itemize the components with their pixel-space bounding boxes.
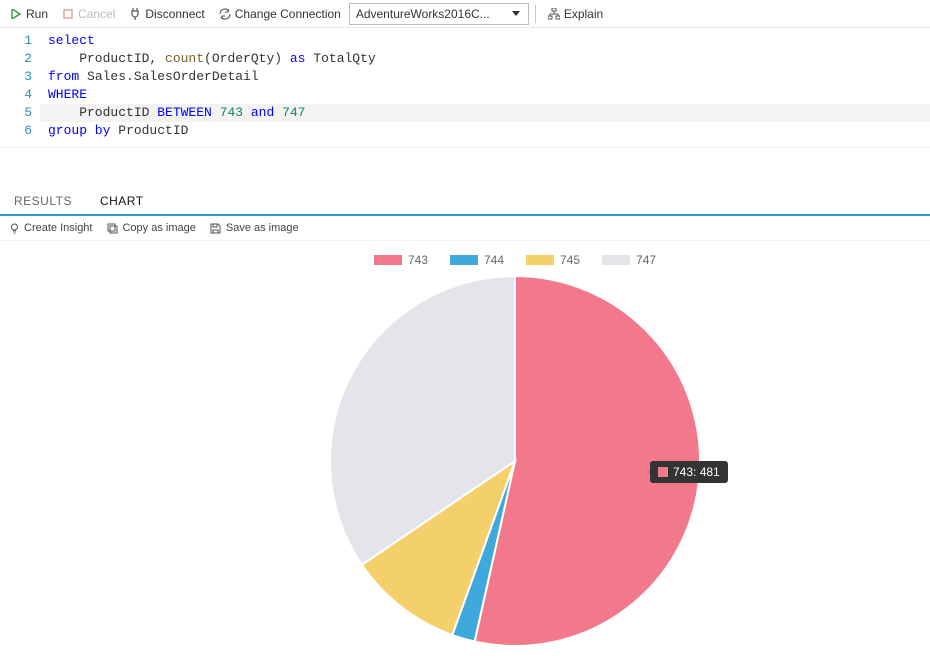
run-label: Run xyxy=(26,7,48,21)
legend: 743 744 745 747 xyxy=(0,241,930,271)
create-insight-button[interactable]: Create Insight xyxy=(8,222,92,234)
separator xyxy=(535,5,536,23)
code-line: group by ProductID xyxy=(40,122,930,140)
code-line: from Sales.SalesOrderDetail xyxy=(40,68,930,86)
legend-item[interactable]: 743 xyxy=(374,253,428,267)
chevron-down-icon xyxy=(510,8,522,20)
line-number: 6 xyxy=(0,122,32,140)
cancel-label: Cancel xyxy=(78,7,115,21)
swatch-blue xyxy=(450,255,478,265)
swatch-pink xyxy=(374,255,402,265)
code-line: ProductID BETWEEN 743 and 747 xyxy=(40,104,930,122)
code-line: ProductID, count(OrderQty) as TotalQty xyxy=(40,50,930,68)
chart-area: 743 744 745 747 743: 481 xyxy=(0,241,930,661)
tooltip-text: 743: 481 xyxy=(673,465,720,479)
copy-image-button[interactable]: Copy as image xyxy=(106,222,195,234)
plug-icon xyxy=(129,8,141,20)
tab-chart[interactable]: CHART xyxy=(86,188,158,214)
explain-label: Explain xyxy=(564,7,603,21)
line-number: 4 xyxy=(0,86,32,104)
result-tabs: RESULTS CHART xyxy=(0,188,930,216)
line-gutter: 1 2 3 4 5 6 xyxy=(0,28,40,147)
swatch-grey xyxy=(602,255,630,265)
change-connection-label: Change Connection xyxy=(235,7,341,21)
line-number: 5 xyxy=(0,104,32,122)
database-name: AdventureWorks2016C... xyxy=(356,7,490,21)
lightbulb-icon xyxy=(8,222,20,234)
pie-holder xyxy=(0,271,930,651)
disconnect-label: Disconnect xyxy=(145,7,204,21)
legend-item[interactable]: 745 xyxy=(526,253,580,267)
save-icon xyxy=(210,222,222,234)
stop-icon xyxy=(62,8,74,20)
swatch-yellow xyxy=(526,255,554,265)
save-image-label: Save as image xyxy=(226,222,299,234)
code-line: WHERE xyxy=(40,86,930,104)
sql-editor[interactable]: 1 2 3 4 5 6 select ProductID, count(Orde… xyxy=(0,28,930,148)
line-number: 3 xyxy=(0,68,32,86)
swap-icon xyxy=(219,8,231,20)
copy-icon xyxy=(106,222,118,234)
cancel-button: Cancel xyxy=(56,5,121,23)
explain-button[interactable]: Explain xyxy=(542,5,609,23)
toolbar: Run Cancel Disconnect Change Connection … xyxy=(0,0,930,28)
legend-item[interactable]: 747 xyxy=(602,253,656,267)
database-select[interactable]: AdventureWorks2016C... xyxy=(349,3,529,25)
change-connection-button[interactable]: Change Connection xyxy=(213,5,347,23)
sitemap-icon xyxy=(548,8,560,20)
code-line: select xyxy=(40,32,930,50)
chart-toolbar: Create Insight Copy as image Save as ima… xyxy=(0,216,930,241)
run-button[interactable]: Run xyxy=(4,5,54,23)
tab-results[interactable]: RESULTS xyxy=(0,188,86,214)
code-area[interactable]: select ProductID, count(OrderQty) as Tot… xyxy=(40,28,930,147)
chart-tooltip: 743: 481 xyxy=(650,461,728,483)
legend-item[interactable]: 744 xyxy=(450,253,504,267)
tooltip-swatch xyxy=(658,467,668,477)
line-number: 1 xyxy=(0,32,32,50)
disconnect-button[interactable]: Disconnect xyxy=(123,5,210,23)
line-number: 2 xyxy=(0,50,32,68)
copy-image-label: Copy as image xyxy=(122,222,195,234)
pie-chart[interactable] xyxy=(325,271,705,651)
save-image-button[interactable]: Save as image xyxy=(210,222,299,234)
play-icon xyxy=(10,8,22,20)
create-insight-label: Create Insight xyxy=(24,222,92,234)
